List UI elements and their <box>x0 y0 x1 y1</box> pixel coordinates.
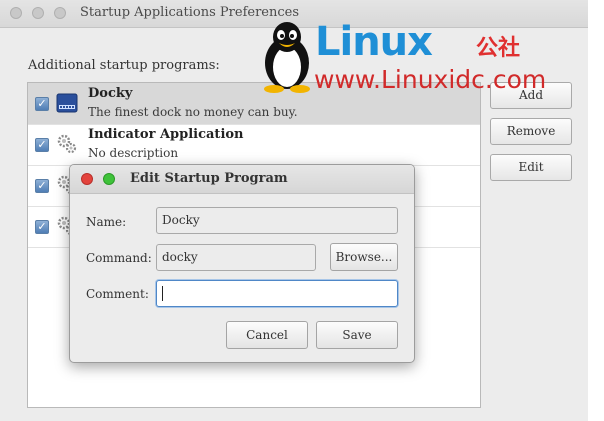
close-dialog-icon[interactable] <box>81 173 93 185</box>
window-title: Startup Applications Preferences <box>80 5 299 20</box>
section-label: Additional startup programs: <box>28 58 220 73</box>
program-name: Indicator Application <box>88 127 244 142</box>
cancel-button[interactable]: Cancel <box>226 321 308 349</box>
edit-startup-program-dialog: Edit Startup Program Name: Docky Command… <box>69 164 415 363</box>
enabled-checkbox[interactable]: ✓ <box>35 179 49 193</box>
text-caret <box>162 286 163 301</box>
program-name: Docky <box>88 86 133 101</box>
name-label: Name: <box>86 215 127 229</box>
command-field[interactable]: docky <box>156 244 316 271</box>
browse-button[interactable]: Browse... <box>330 243 398 271</box>
tux-penguin-icon <box>264 22 310 93</box>
linuxidc-watermark: Linux 公社 www.Linuxidc.com <box>258 19 558 97</box>
program-description: The finest dock no money can buy. <box>88 105 298 119</box>
command-label: Command: <box>86 251 152 265</box>
enabled-checkbox[interactable]: ✓ <box>35 220 49 234</box>
maximize-dialog-icon[interactable] <box>103 173 115 185</box>
enabled-checkbox[interactable]: ✓ <box>35 138 49 152</box>
close-window-icon[interactable] <box>10 7 22 19</box>
save-button[interactable]: Save <box>316 321 398 349</box>
edit-button[interactable]: Edit <box>490 154 572 181</box>
dialog-title: Edit Startup Program <box>130 171 288 186</box>
watermark-brand-cn: 公社 <box>476 36 521 61</box>
background-edge <box>588 0 604 421</box>
dialog-titlebar: Edit Startup Program <box>70 165 414 194</box>
name-field[interactable]: Docky <box>156 207 398 234</box>
program-description: No description <box>88 146 179 160</box>
list-item-indicator-application[interactable]: ✓ Indicator Application No description <box>28 124 480 166</box>
minimize-window-icon[interactable] <box>32 7 44 19</box>
docky-icon <box>56 92 78 114</box>
comment-field[interactable] <box>156 280 398 307</box>
watermark-url: www.Linuxidc.com <box>314 65 547 94</box>
maximize-window-icon[interactable] <box>54 7 66 19</box>
watermark-brand: Linux <box>315 19 433 65</box>
comment-label: Comment: <box>86 287 149 301</box>
enabled-checkbox[interactable]: ✓ <box>35 97 49 111</box>
gears-icon <box>56 133 78 155</box>
remove-button[interactable]: Remove <box>490 118 572 145</box>
